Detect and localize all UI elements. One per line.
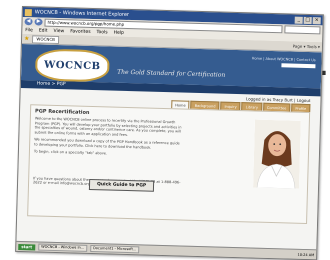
header-links[interactable]: Home | About WOCNCB | Contact Us [252,56,316,62]
menu-file[interactable]: File [25,28,33,33]
main-area: Logged in as Tracy Burt | Logout Home Ba… [17,88,320,225]
browser-search-input[interactable] [284,24,321,34]
page-content: WOCNCB The Gold Standard for Certificati… [16,44,322,251]
taskbar-item-document[interactable]: Document1 - Microsoft... [89,244,140,254]
nurse-photo [253,119,301,189]
taskbar-clock: 10:24 AM [297,252,315,257]
start-button[interactable]: start [18,243,36,250]
favorites-star-icon[interactable]: ★ [24,35,30,42]
instruction-paragraph: To begin, click on a specialty "tab" abo… [33,149,108,156]
site-search-input[interactable] [281,63,316,69]
minimize-button[interactable]: _ [294,16,303,24]
site-logo[interactable]: WOCNCB [34,48,110,83]
handbook-paragraph: We recommended you download a copy of th… [34,137,180,150]
menu-favorites[interactable]: Favorites [70,29,90,35]
ie-icon [24,8,32,16]
menu-edit[interactable]: Edit [39,28,48,33]
maximize-button[interactable]: □ [303,16,312,24]
browser-window: WOCNCB - Windows Internet Explorer _ □ ×… [15,6,324,260]
nurse-photo-image [253,119,301,189]
menu-help[interactable]: Help [114,30,124,35]
back-button[interactable]: ◀ [24,18,33,26]
forward-button[interactable]: ▶ [34,18,43,26]
content-panel: PGP Recertification Welcome to the WOCNC… [27,104,311,225]
close-button[interactable]: × [312,16,321,24]
menu-view[interactable]: View [53,28,64,33]
menu-tools[interactable]: Tools [96,30,107,35]
page-tools-menu[interactable]: Page ▾ Tools ▾ [293,44,321,50]
intro-paragraph: Welcome to the WOCNCB online process to … [34,116,182,137]
quick-guide-button[interactable]: Quick Guide to PGP [88,178,155,192]
browser-tab[interactable]: WOCNCB [32,34,60,44]
site-slogan: The Gold Standard for Certification [117,68,226,79]
